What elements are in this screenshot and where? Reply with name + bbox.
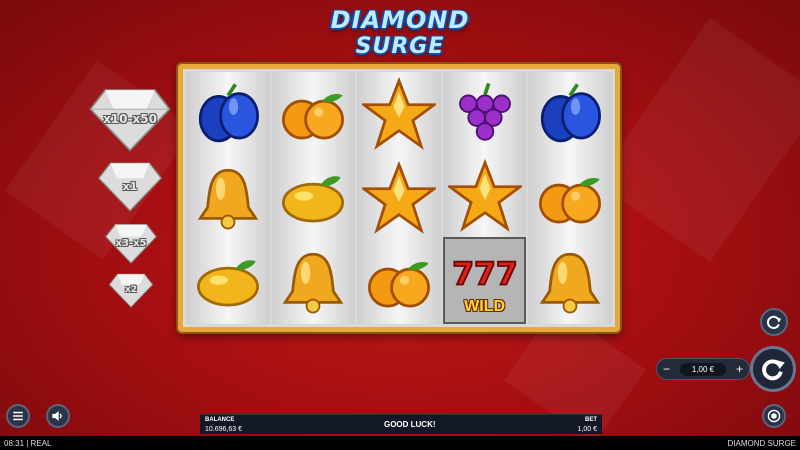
reel-1 xyxy=(186,72,270,324)
bet-increase-button[interactable]: + xyxy=(736,362,743,376)
bet-value: 1,00 € xyxy=(577,425,597,433)
reel-cell xyxy=(528,156,612,240)
multiplier-label: x2 xyxy=(124,285,138,295)
status-message: GOOD LUCK! xyxy=(383,420,436,429)
speaker-icon xyxy=(52,411,62,421)
reel-cell xyxy=(186,240,270,324)
multiplier-label: x1 xyxy=(122,179,138,193)
reel-cell xyxy=(186,156,270,240)
grape-icon xyxy=(458,83,511,142)
multiplier-diamond-4: x2 xyxy=(108,272,154,308)
reel-cell xyxy=(443,72,527,155)
bell-icon xyxy=(283,252,344,314)
plum-icon xyxy=(541,83,602,143)
balance-label: BALANCE xyxy=(205,416,235,423)
bet-control: − 1,00 € + xyxy=(656,358,750,380)
star-icon xyxy=(361,161,436,234)
bet-decrease-button[interactable]: − xyxy=(663,362,670,376)
orange-icon xyxy=(367,261,430,308)
menu-button[interactable] xyxy=(6,404,30,428)
multiplier-diamond-top: x10-x50 xyxy=(88,86,172,152)
coin-icon xyxy=(767,409,781,423)
reel-cell xyxy=(272,156,356,240)
reel-cell xyxy=(357,240,441,324)
reels-frame: 777 WILD xyxy=(178,64,620,332)
logo-line1: DIAMOND xyxy=(330,6,470,34)
footer-bar: 08:31 | REAL DIAMOND SURGE xyxy=(0,436,800,450)
reel-5 xyxy=(528,72,612,324)
lemon-icon xyxy=(282,176,345,223)
autoplay-icon xyxy=(766,315,782,329)
hamburger-icon xyxy=(13,411,23,421)
reel-4: 777 WILD xyxy=(442,72,527,325)
autoplay-button[interactable] xyxy=(760,308,788,336)
reel-cell xyxy=(186,72,270,156)
game-title-footer: DIAMOND SURGE xyxy=(727,438,796,448)
star-icon xyxy=(447,159,522,232)
wild-label: WILD xyxy=(464,298,506,316)
reel-cell xyxy=(272,72,356,156)
clock-mode-text: 08:31 | REAL xyxy=(4,438,52,448)
reel-cell xyxy=(357,156,441,240)
orange-icon xyxy=(539,177,602,224)
logo-line2: SURGE xyxy=(355,34,445,59)
multiplier-label: x10-x50 xyxy=(103,112,157,126)
bet-amount: 1,00 € xyxy=(679,362,727,376)
info-button[interactable] xyxy=(762,404,786,428)
bet-display: BET 1,00 € xyxy=(578,416,597,434)
status-bar: BALANCE 10.696,63 € GOOD LUCK! BET 1,00 … xyxy=(200,414,602,434)
bell-icon xyxy=(539,252,601,314)
reel-2 xyxy=(271,72,356,324)
reel-cell xyxy=(528,72,612,156)
plum-icon xyxy=(198,83,259,143)
lemon-icon xyxy=(196,260,259,307)
svg-text:777: 777 xyxy=(452,256,518,292)
reel-cell-wild: 777 WILD xyxy=(442,237,527,325)
multiplier-diamond-3: x3-x5 xyxy=(104,222,158,264)
reel-cell xyxy=(272,240,356,324)
reel-cell xyxy=(357,72,441,156)
bell-icon xyxy=(197,168,259,230)
spin-icon xyxy=(762,359,785,381)
bet-label: BET xyxy=(585,416,597,423)
balance-display: BALANCE 10.696,63 € xyxy=(205,416,242,434)
bg-shard xyxy=(595,17,800,263)
multiplier-diamond-2: x1 xyxy=(97,160,163,212)
multiplier-label: x3-x5 xyxy=(115,237,147,249)
star-icon xyxy=(361,77,436,150)
spin-button[interactable] xyxy=(750,346,796,392)
sound-button[interactable] xyxy=(46,404,70,428)
game-logo: DIAMOND SURGE xyxy=(300,6,500,64)
orange-icon xyxy=(282,93,345,140)
balance-value: 10.696,63 € xyxy=(205,425,242,433)
reel-cell xyxy=(528,240,612,324)
reel-cell xyxy=(443,155,527,238)
reel-3 xyxy=(357,72,441,324)
